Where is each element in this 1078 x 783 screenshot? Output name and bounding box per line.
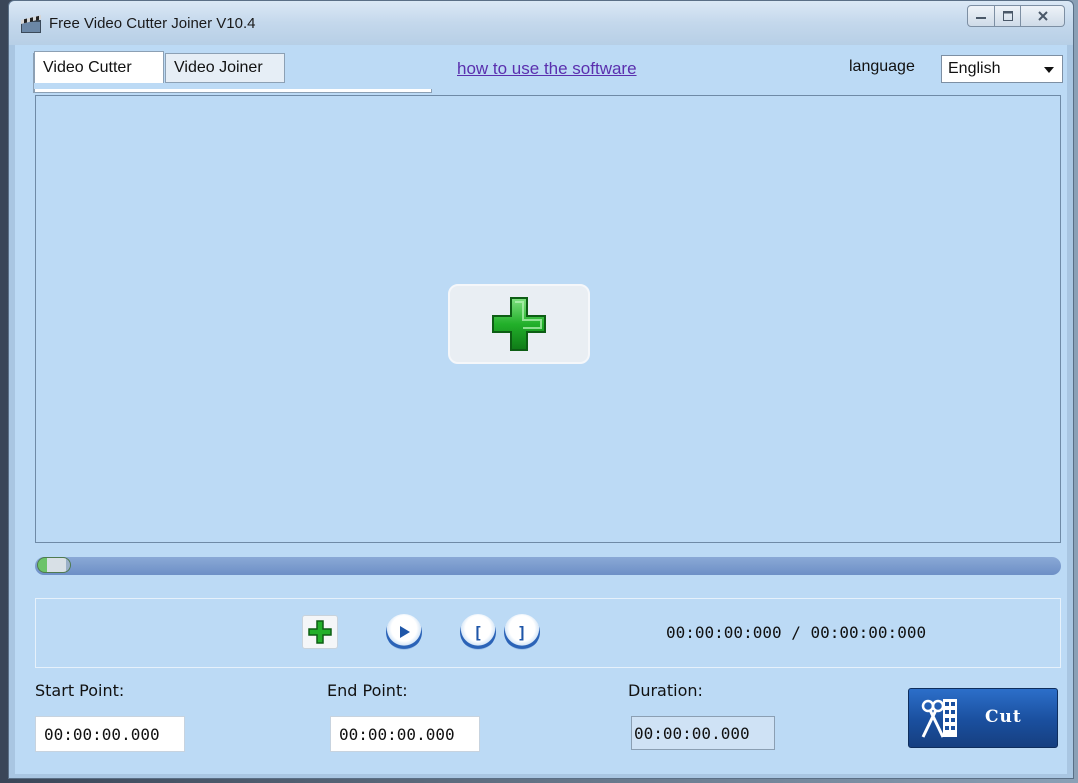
tab-strip: Video Cutter Video Joiner xyxy=(33,51,432,93)
maximize-icon xyxy=(1002,11,1013,21)
end-point-value: 00:00:00.000 xyxy=(339,724,455,744)
title-bar[interactable]: Free Video Cutter Joiner V10.4 xyxy=(9,1,1073,45)
close-button[interactable] xyxy=(1021,5,1065,27)
tab-video-cutter[interactable]: Video Cutter xyxy=(34,51,164,83)
app-window: Free Video Cutter Joiner V10.4 Video Cut… xyxy=(8,0,1074,779)
cut-button-label: Cut xyxy=(985,707,1022,727)
dropdown-arrow-icon xyxy=(1044,67,1054,73)
seek-thumb[interactable] xyxy=(37,557,71,573)
language-label: language xyxy=(849,58,915,75)
duration-field: 00:00:00.000 xyxy=(631,716,775,750)
seek-bar[interactable] xyxy=(35,557,1061,575)
plus-icon xyxy=(492,297,546,351)
start-point-field[interactable]: 00:00:00.000 xyxy=(35,716,185,752)
duration-value: 00:00:00.000 xyxy=(634,723,750,743)
minimize-icon xyxy=(976,17,986,19)
language-selected-value: English xyxy=(948,60,1001,77)
plus-icon xyxy=(308,620,332,644)
player-controls: [ ] 00:00:00:000 / 00:00:00:000 xyxy=(35,598,1061,668)
video-preview-area[interactable] xyxy=(35,95,1061,543)
end-point-field[interactable]: 00:00:00.000 xyxy=(330,716,480,752)
end-point-label: End Point: xyxy=(327,681,408,700)
duration-label: Duration: xyxy=(628,681,703,700)
client-area: Video Cutter Video Joiner how to use the… xyxy=(15,45,1067,774)
bracket-close-icon: ] xyxy=(517,622,527,642)
set-end-button[interactable]: ] xyxy=(504,614,540,650)
minimize-button[interactable] xyxy=(967,5,995,27)
film-clapper-icon xyxy=(21,15,41,33)
tab-panel-edge xyxy=(34,89,432,93)
close-icon xyxy=(1037,11,1048,21)
cut-button[interactable]: Cut xyxy=(908,688,1058,748)
tab-video-joiner[interactable]: Video Joiner xyxy=(165,53,285,83)
play-icon xyxy=(400,626,410,638)
bracket-open-icon: [ xyxy=(473,622,483,642)
open-file-button[interactable] xyxy=(302,615,338,649)
help-link[interactable]: how to use the software xyxy=(457,59,637,79)
maximize-button[interactable] xyxy=(995,5,1021,27)
add-video-button[interactable] xyxy=(448,284,590,364)
set-start-button[interactable]: [ xyxy=(460,614,496,650)
start-point-label: Start Point: xyxy=(35,681,125,700)
play-button[interactable] xyxy=(386,614,422,650)
window-title: Free Video Cutter Joiner V10.4 xyxy=(49,15,256,32)
window-controls xyxy=(967,5,1065,29)
scissors-film-icon xyxy=(921,699,957,738)
start-point-value: 00:00:00.000 xyxy=(44,724,160,744)
language-select[interactable]: English xyxy=(941,55,1063,83)
timecode-display: 00:00:00:000 / 00:00:00:000 xyxy=(666,623,927,642)
